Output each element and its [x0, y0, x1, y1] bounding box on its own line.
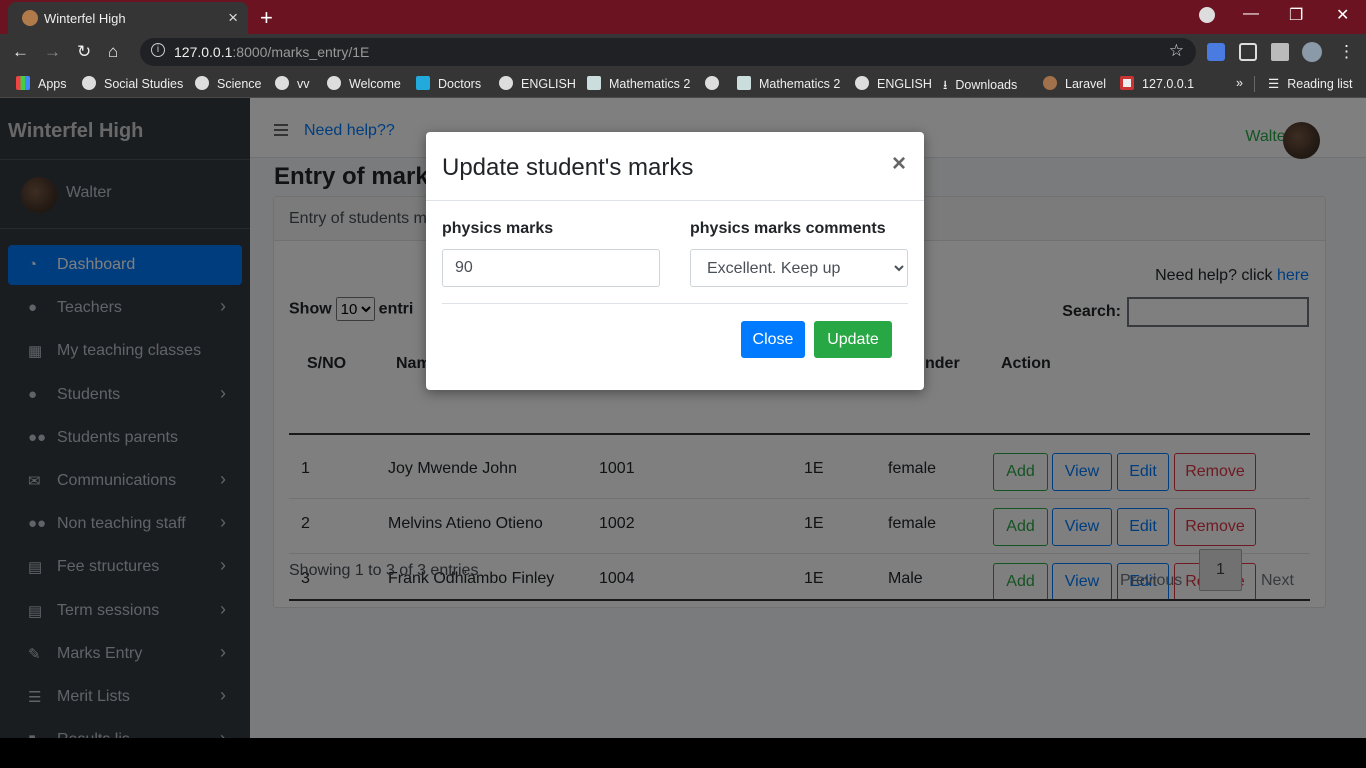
marks-label: physics marks [442, 220, 554, 237]
marks-input[interactable] [442, 249, 660, 287]
site-favicon-icon [22, 10, 38, 26]
window-close-button[interactable]: ✕ [1336, 5, 1349, 25]
bookmark-separator [1254, 76, 1255, 92]
taskbar-strip [0, 738, 1366, 768]
update-button[interactable]: Update [814, 321, 892, 358]
reading-list-button[interactable]: ☰ Reading list [1268, 76, 1353, 91]
bookmark-item[interactable]: Laravel [1043, 76, 1106, 91]
reading-list-icon: ☰ [1268, 77, 1280, 91]
address-bar-row: ← → ↻ ⌂ i 127.0.0.1:8000/marks_entry/1E … [0, 34, 1366, 70]
profile-avatar-icon[interactable] [1302, 42, 1322, 62]
comments-label: physics marks comments [690, 220, 886, 237]
bookmark-item[interactable]: ⭳ Downloads [943, 76, 1017, 97]
globe-icon [82, 76, 96, 90]
bookmark-item[interactable]: ENGLISH [499, 76, 576, 91]
back-icon[interactable]: ← [12, 42, 29, 62]
close-button[interactable]: Close [741, 321, 805, 358]
bookmark-item[interactable]: Social Studies [82, 76, 183, 91]
bookmark-item[interactable]: 127.0.0.1 [1120, 76, 1194, 91]
more-bookmarks-icon[interactable]: » [1236, 76, 1243, 90]
translate-extension-icon[interactable] [1207, 43, 1225, 61]
modal-close-icon[interactable]: × [892, 150, 906, 178]
tab-title: Winterfel High [44, 11, 126, 26]
modal-header: Update student's marks × [426, 132, 924, 201]
local-site-icon [1120, 76, 1134, 90]
apps-grid-icon [16, 76, 30, 90]
download-icon: ⭳ [943, 78, 948, 92]
globe-icon [855, 76, 869, 90]
reload-icon[interactable]: ↻ [77, 42, 91, 62]
tab-close-icon[interactable]: × [228, 8, 238, 28]
kebab-menu-icon[interactable]: ⋮ [1338, 42, 1355, 62]
minimize-button[interactable]: — [1243, 5, 1259, 23]
bookmark-item[interactable]: Mathematics 2 [587, 76, 690, 91]
url-path: :8000/marks_entry/1E [232, 44, 370, 60]
bookmark-item[interactable]: vv [275, 76, 310, 91]
kicd-logo-icon [737, 76, 751, 90]
site-info-icon[interactable]: i [151, 43, 165, 57]
modal-title: Update student's marks [442, 154, 694, 181]
bookmark-star-icon[interactable]: ☆ [1169, 41, 1184, 61]
modal-divider [442, 303, 908, 304]
bookmark-item[interactable]: Doctors [416, 76, 481, 91]
bookmark-item[interactable]: Welcome [327, 76, 401, 91]
globe-icon [195, 76, 209, 90]
bookmarks-bar: Apps Social Studies Science vv Welcome D… [0, 70, 1366, 98]
new-tab-button[interactable]: + [260, 5, 273, 31]
url-field[interactable]: i 127.0.0.1:8000/marks_entry/1E ☆ [140, 38, 1196, 66]
globe-icon [705, 76, 719, 90]
puzzle-extension-icon[interactable] [1271, 43, 1289, 61]
globe-icon [275, 76, 289, 90]
bookmark-item[interactable] [705, 76, 727, 91]
update-marks-modal: Update student's marks × physics marks p… [426, 132, 924, 390]
comments-select[interactable]: Excellent. Keep up [690, 249, 908, 287]
bookmark-apps[interactable]: Apps [16, 76, 67, 91]
globe-icon [499, 76, 513, 90]
url-host: 127.0.0.1 [174, 44, 233, 60]
cube-extension-icon[interactable] [1239, 43, 1257, 61]
browser-tabbar: Winterfel High × + — ❐ ✕ [0, 0, 1366, 34]
kicd-logo-icon [587, 76, 601, 90]
restore-button[interactable]: ❐ [1289, 5, 1303, 25]
forward-icon[interactable]: → [44, 42, 61, 62]
home-icon[interactable]: ⌂ [108, 42, 118, 62]
browser-tab[interactable]: Winterfel High × [8, 2, 248, 34]
laravel-favicon-icon [1043, 76, 1057, 90]
doctors-d-icon [416, 76, 430, 90]
globe-icon [327, 76, 341, 90]
bookmark-item[interactable]: ENGLISH [855, 76, 932, 91]
profile-menu-icon[interactable] [1199, 7, 1215, 23]
bookmark-item[interactable]: Science [195, 76, 261, 91]
bookmark-item[interactable]: Mathematics 2 [737, 76, 840, 91]
